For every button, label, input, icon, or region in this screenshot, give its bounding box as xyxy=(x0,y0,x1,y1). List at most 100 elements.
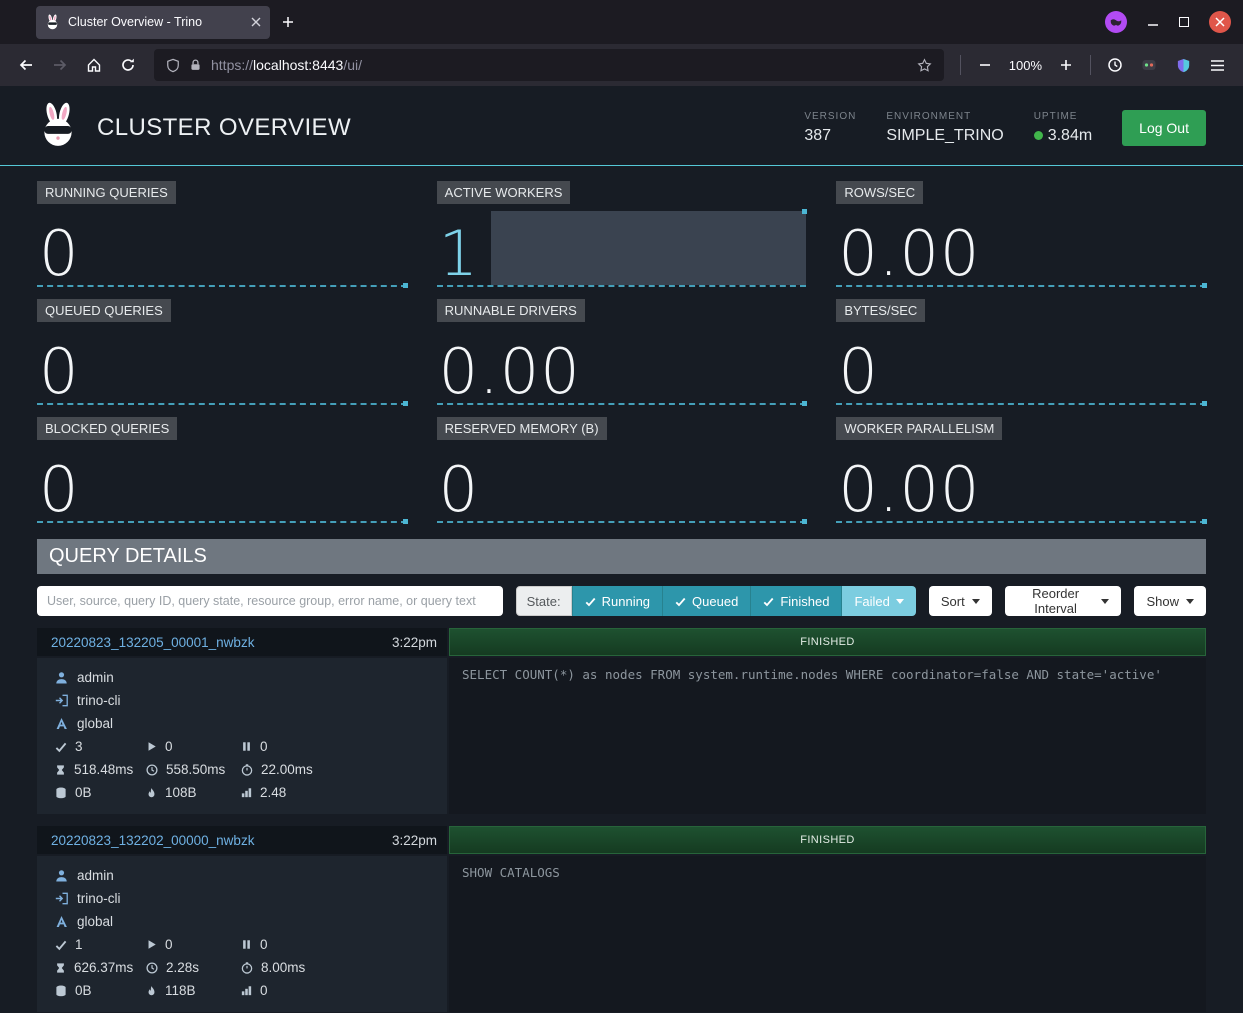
sparkline-marker xyxy=(1202,519,1207,524)
metric-active-workers: ACTIVE WORKERS 1 xyxy=(437,181,807,287)
query-id-link[interactable]: 20220823_132205_00001_nwbzk xyxy=(51,635,254,650)
toolbar-separator xyxy=(960,55,961,75)
user-icon xyxy=(55,671,68,684)
trino-cluster-overview-page: CLUSTER OVERVIEW VERSION 387 ENVIRONMENT… xyxy=(0,86,1243,1013)
check-icon xyxy=(763,596,774,607)
metrics-grid: RUNNING QUERIES 0 ACTIVE WORKERS 1 ROWS/… xyxy=(0,166,1243,535)
query-sql-text: SELECT COUNT(*) as nodes FROM system.run… xyxy=(449,658,1206,814)
sparkline-marker xyxy=(1202,401,1207,406)
sparkline-marker xyxy=(802,401,807,406)
metric-reserved-memory: RESERVED MEMORY (B) 0 xyxy=(437,417,807,523)
browser-navbar: https://localhost:8443/ui/ 100% xyxy=(0,44,1243,86)
show-dropdown[interactable]: Show xyxy=(1134,586,1206,616)
completed-splits-check-icon xyxy=(55,741,67,753)
query-search-input[interactable] xyxy=(37,586,503,616)
query-status-bar: FINISHED xyxy=(449,628,1206,656)
sparkline-marker xyxy=(1202,283,1207,288)
menu-icon[interactable] xyxy=(1201,50,1233,80)
caret-down-icon xyxy=(1186,599,1194,604)
queued-splits-pause-icon xyxy=(241,741,252,752)
query-meta-panel: admin trino-cli global 1 0 0 626.37ms 2.… xyxy=(37,856,447,1012)
filter-finished-button[interactable]: Finished xyxy=(750,586,841,616)
check-icon xyxy=(675,596,686,607)
query-time: 3:22pm xyxy=(392,833,437,848)
minimize-button[interactable] xyxy=(1147,16,1159,28)
state-filter-group: State: Running Queued Finished Failed xyxy=(516,586,916,616)
query-row: 20220823_132205_00001_nwbzk 3:22pm FINIS… xyxy=(37,628,1206,814)
wall-time-hourglass-icon xyxy=(55,764,66,776)
sparkline-marker xyxy=(802,209,807,214)
sparkline-marker xyxy=(403,283,408,288)
lock-icon[interactable] xyxy=(189,58,202,72)
resource-group-icon xyxy=(55,717,68,730)
parallelism-chart-icon xyxy=(241,787,252,798)
metric-queued-queries: QUEUED QUERIES 0 xyxy=(37,299,407,405)
zoom-in-button[interactable] xyxy=(1050,50,1082,80)
trino-bunny-logo xyxy=(37,102,79,153)
page-title: CLUSTER OVERVIEW xyxy=(97,114,351,142)
metric-blocked-queries: BLOCKED QUERIES 0 xyxy=(37,417,407,523)
query-time: 3:22pm xyxy=(392,635,437,650)
zoom-level[interactable]: 100% xyxy=(1003,58,1048,73)
cpu-time-stopwatch-icon xyxy=(241,764,253,776)
home-button[interactable] xyxy=(78,50,110,80)
tracking-shield-icon[interactable] xyxy=(166,58,180,73)
query-details-title: QUERY DETAILS xyxy=(37,539,1206,574)
privacy-shield-icon[interactable] xyxy=(1167,50,1199,80)
queued-splits-pause-icon xyxy=(241,939,252,950)
new-tab-button[interactable] xyxy=(282,16,294,28)
wall-time-hourglass-icon xyxy=(55,962,66,974)
query-meta-panel: admin trino-cli global 3 0 0 518.48ms 55… xyxy=(37,658,447,814)
state-filter-label: State: xyxy=(516,586,572,616)
sparkline-marker xyxy=(802,519,807,524)
parallelism-chart-icon xyxy=(241,985,252,996)
bookmark-star-icon[interactable] xyxy=(917,58,932,73)
caret-down-icon xyxy=(1101,599,1109,604)
extension-icon[interactable] xyxy=(1133,50,1165,80)
tab-favicon-trino-icon xyxy=(45,14,60,30)
browser-titlebar: Cluster Overview - Trino xyxy=(0,0,1243,44)
running-splits-play-icon xyxy=(146,741,157,752)
filter-failed-dropdown[interactable]: Failed xyxy=(841,586,915,616)
source-login-icon xyxy=(55,892,68,905)
caret-down-icon xyxy=(896,599,904,604)
url-bar[interactable]: https://localhost:8443/ui/ xyxy=(154,49,944,81)
metric-running-queries: RUNNING QUERIES 0 xyxy=(37,181,407,287)
completed-splits-check-icon xyxy=(55,939,67,951)
sort-dropdown[interactable]: Sort xyxy=(929,586,992,616)
private-browsing-icon xyxy=(1105,11,1127,33)
source-login-icon xyxy=(55,694,68,707)
uptime-stat: UPTIME 3.84m xyxy=(1034,111,1092,145)
resource-group-icon xyxy=(55,915,68,928)
query-sql-text: SHOW CATALOGS xyxy=(449,856,1206,1012)
query-status-bar: FINISHED xyxy=(449,826,1206,854)
logout-button[interactable]: Log Out xyxy=(1122,110,1206,146)
peak-memory-flame-icon xyxy=(146,985,157,997)
caret-down-icon xyxy=(972,599,980,604)
running-splits-play-icon xyxy=(146,939,157,950)
maximize-button[interactable] xyxy=(1179,17,1189,27)
cpu-time-stopwatch-icon xyxy=(241,962,253,974)
reorder-interval-dropdown[interactable]: Reorder Interval xyxy=(1005,586,1122,616)
metric-bytes-sec: BYTES/SEC 0 xyxy=(836,299,1206,405)
filter-running-button[interactable]: Running xyxy=(572,586,662,616)
close-button[interactable] xyxy=(1209,11,1231,33)
reload-button[interactable] xyxy=(112,50,144,80)
version-stat: VERSION 387 xyxy=(804,111,856,145)
query-row-header: 20220823_132205_00001_nwbzk 3:22pm xyxy=(37,628,447,656)
query-row-header: 20220823_132202_00000_nwbzk 3:22pm xyxy=(37,826,447,854)
memory-database-icon xyxy=(55,787,67,799)
browser-tab[interactable]: Cluster Overview - Trino xyxy=(36,6,270,39)
history-clock-icon[interactable] xyxy=(1099,50,1131,80)
forward-button[interactable] xyxy=(44,50,76,80)
metric-worker-parallelism: WORKER PARALLELISM 0.00 xyxy=(836,417,1206,523)
back-button[interactable] xyxy=(10,50,42,80)
zoom-out-button[interactable] xyxy=(969,50,1001,80)
query-details-section: QUERY DETAILS State: Running Queued Fini… xyxy=(37,539,1206,1012)
filter-queued-button[interactable]: Queued xyxy=(662,586,750,616)
metric-rows-sec: ROWS/SEC 0.00 xyxy=(836,181,1206,287)
tab-close-icon[interactable] xyxy=(251,17,261,27)
url-text: https://localhost:8443/ui/ xyxy=(211,57,362,73)
toolbar-separator xyxy=(1090,55,1091,75)
query-id-link[interactable]: 20220823_132202_00000_nwbzk xyxy=(51,833,254,848)
